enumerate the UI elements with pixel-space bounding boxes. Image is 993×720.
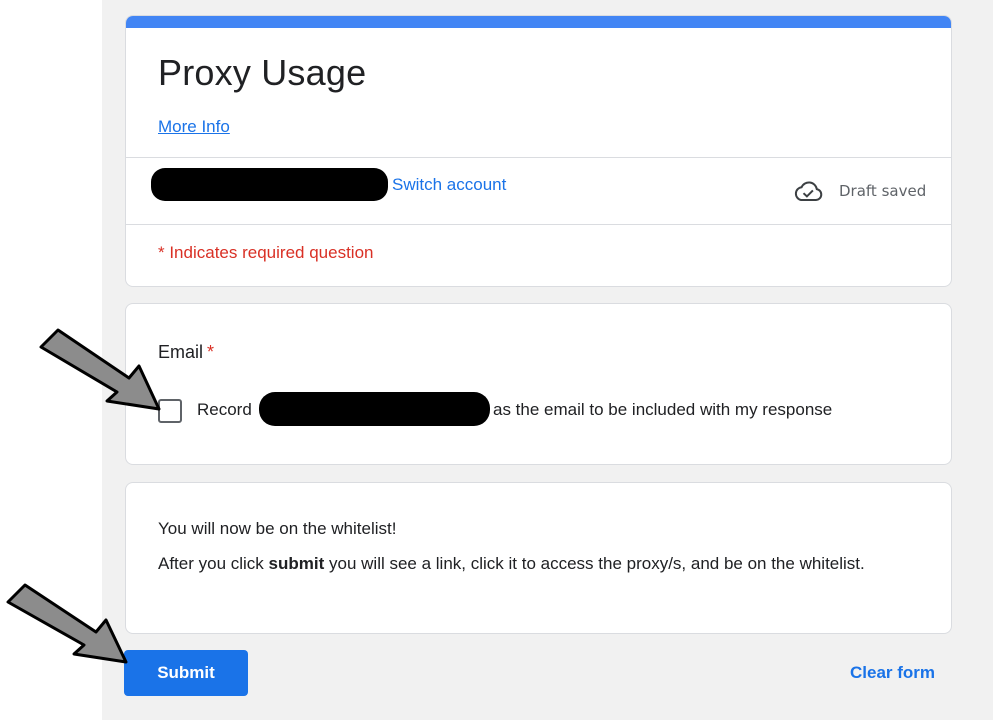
submit-button[interactable]: Submit bbox=[124, 650, 248, 696]
account-divider bbox=[126, 224, 951, 225]
form-header-card: Proxy Usage More Info Switch account Dra… bbox=[125, 15, 952, 287]
record-email-prefix: Record bbox=[197, 400, 252, 419]
email-question-card: Email * Record as the email to be include… bbox=[125, 303, 952, 465]
required-question-note: * Indicates required question bbox=[158, 243, 374, 262]
annotation-arrow-icon bbox=[39, 328, 161, 411]
draft-saved-status: Draft saved bbox=[839, 182, 927, 200]
redacted-user-email bbox=[259, 392, 490, 426]
info-body-suffix: you will see a link, click it to access … bbox=[324, 554, 865, 573]
info-body-bold: submit bbox=[268, 554, 325, 573]
cloud-check-icon bbox=[794, 181, 823, 201]
required-asterisk: * bbox=[207, 342, 215, 362]
redacted-account-email bbox=[151, 168, 388, 201]
whitelist-info-body: After you click submit you will see a li… bbox=[158, 549, 898, 578]
clear-form-button[interactable]: Clear form bbox=[850, 663, 935, 683]
header-divider bbox=[126, 157, 951, 158]
annotation-arrow-icon bbox=[6, 583, 128, 664]
record-email-suffix: as the email to be included with my resp… bbox=[493, 400, 833, 419]
more-info-link[interactable]: More Info bbox=[158, 117, 230, 137]
switch-account-link[interactable]: Switch account bbox=[392, 175, 506, 195]
form-accent-bar bbox=[126, 16, 951, 28]
whitelist-info-card: You will now be on the whitelist! After … bbox=[125, 482, 952, 634]
info-body-prefix: After you click bbox=[158, 554, 269, 573]
whitelist-info-title: You will now be on the whitelist! bbox=[158, 519, 397, 538]
form-title: Proxy Usage bbox=[158, 52, 367, 93]
